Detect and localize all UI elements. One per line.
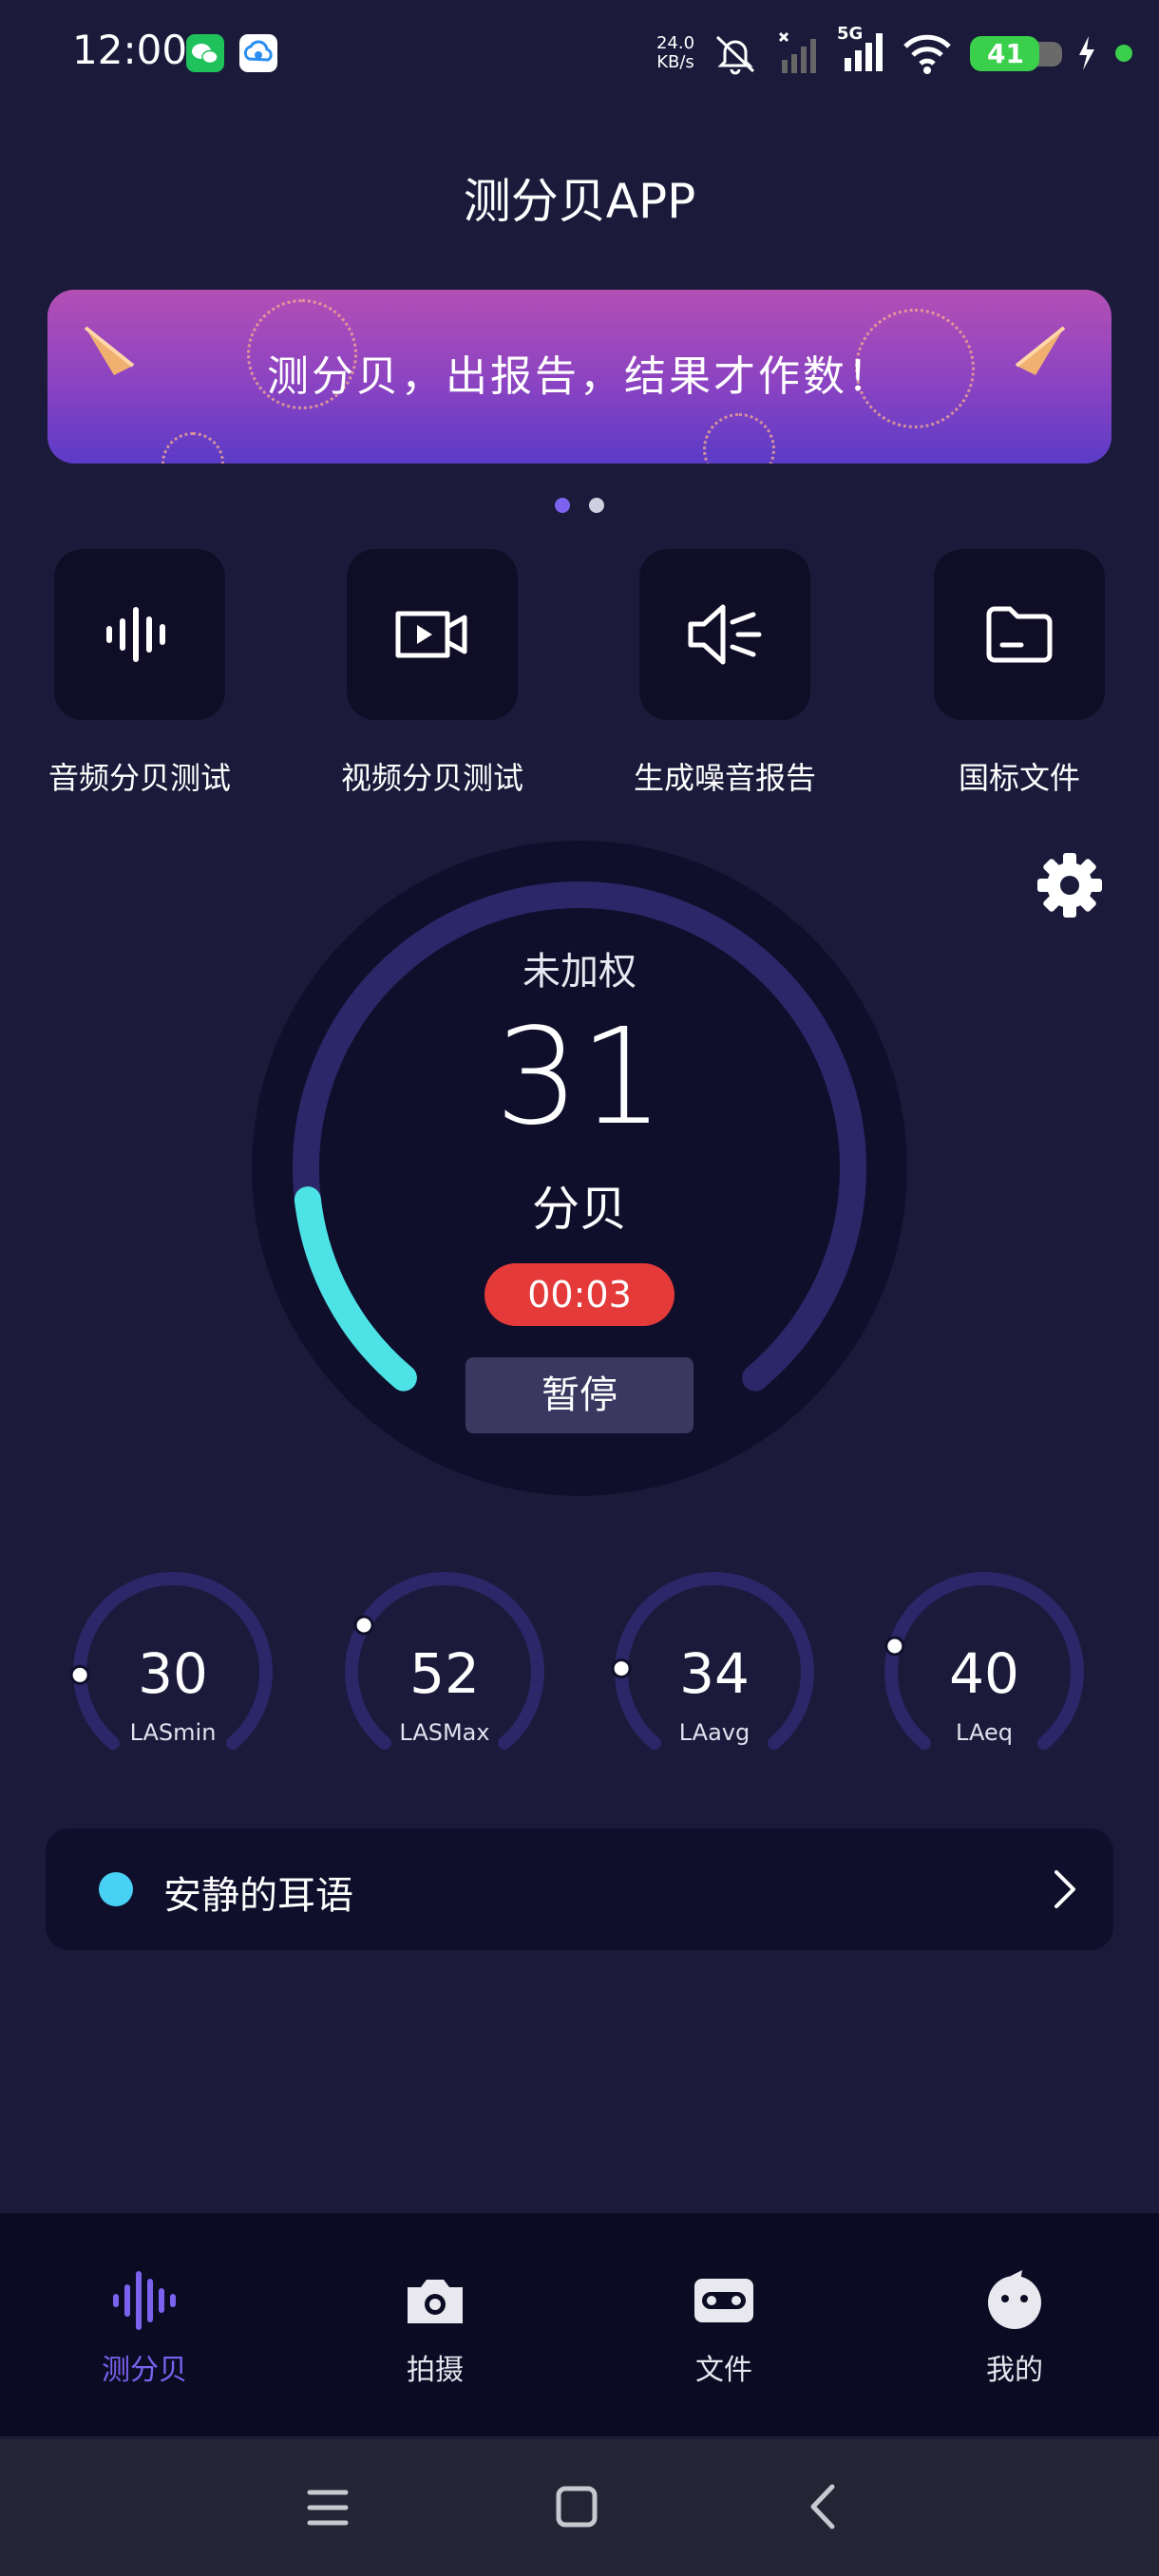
signal-weak-icon <box>778 31 817 73</box>
qa-icon-box[interactable] <box>54 549 225 720</box>
audio-test-button[interactable]: 音频分贝测试 <box>21 549 258 798</box>
level-indicator-dot <box>99 1872 133 1906</box>
nav-label: 文件 <box>695 2354 752 2387</box>
profile-icon <box>988 2270 1041 2329</box>
wifi-icon <box>903 34 951 74</box>
speaker-icon <box>688 604 762 665</box>
wechat-icon <box>186 34 224 72</box>
chevron-right-icon <box>1054 1870 1075 1908</box>
decibel-unit: 分贝 <box>532 1182 627 1237</box>
status-icons: 24.0 KB/s 5G 41 <box>656 24 1132 80</box>
stat-value: 52 <box>409 1641 480 1706</box>
standards-file-button[interactable]: 国标文件 <box>901 549 1138 798</box>
stat-value: 40 <box>949 1641 1019 1706</box>
system-nav-bar <box>0 2439 1159 2576</box>
qa-icon-box[interactable] <box>639 549 810 720</box>
signal-5g-icon: 5G <box>837 24 884 77</box>
video-test-button[interactable]: 视频分贝测试 <box>314 549 551 798</box>
tape-icon <box>694 2279 753 2322</box>
page-title: 测分贝APP <box>463 174 696 229</box>
stat-label: LAeq <box>956 1719 1013 1746</box>
noise-level-description: 安静的耳语 <box>163 1874 353 1918</box>
nav-label: 拍摄 <box>407 2354 464 2387</box>
nav-item-profile[interactable]: 我的 <box>910 2270 1119 2388</box>
stat-lasmin: 30 LASmin <box>68 1567 277 1757</box>
gear-icon[interactable] <box>1036 851 1104 919</box>
battery-indicator: 41 <box>970 35 1062 71</box>
back-icon[interactable] <box>806 2483 838 2530</box>
net-speed: 24.0 KB/s <box>656 33 695 72</box>
recording-timer: 00:03 <box>484 1263 674 1326</box>
menu-icon[interactable] <box>306 2487 350 2529</box>
folder-icon <box>986 606 1053 663</box>
qa-icon-box[interactable] <box>347 549 518 720</box>
weighting-label: 未加权 <box>522 950 636 994</box>
nav-label: 我的 <box>986 2354 1043 2387</box>
pagination-dot-active[interactable] <box>555 498 570 513</box>
stat-label: LASmin <box>129 1719 217 1746</box>
bell-off-icon <box>715 35 755 75</box>
qa-label: 生成噪音报告 <box>633 760 816 796</box>
nav-label: 测分贝 <box>102 2354 187 2387</box>
qa-icon-box[interactable] <box>934 549 1105 720</box>
qa-label: 视频分贝测试 <box>340 760 523 796</box>
noise-report-button[interactable]: 生成噪音报告 <box>606 549 844 798</box>
nav-item-files[interactable]: 文件 <box>619 2270 828 2388</box>
bottom-nav: 测分贝 拍摄 文件 我的 <box>0 2213 1159 2436</box>
firework-decoration <box>703 413 775 464</box>
nav-item-decibel[interactable]: 测分贝 <box>40 2270 249 2388</box>
noise-level-card[interactable]: 安静的耳语 <box>46 1828 1113 1950</box>
stat-label: LASMax <box>399 1719 490 1746</box>
waveform-icon <box>106 607 165 662</box>
qa-label: 音频分贝测试 <box>48 760 231 796</box>
firework-decoration <box>162 432 224 464</box>
promo-banner[interactable]: 测分贝，出报告，结果才作数！ <box>48 290 1112 464</box>
decibel-value: 31 <box>494 1000 665 1155</box>
home-icon[interactable] <box>555 2485 598 2529</box>
waveform-icon <box>113 2271 176 2330</box>
pause-button[interactable]: 暂停 <box>466 1357 694 1433</box>
status-time: 12:00 <box>72 27 188 73</box>
stat-laeq: 40 LAeq <box>880 1567 1089 1757</box>
banner-pagination <box>0 498 1159 513</box>
charging-icon <box>1079 36 1094 70</box>
privacy-indicator <box>1115 45 1132 62</box>
stat-value: 34 <box>679 1641 750 1706</box>
banner-text: 测分贝，出报告，结果才作数！ <box>267 352 892 401</box>
stat-lasmax: 52 LASMax <box>340 1567 549 1757</box>
camera-icon <box>408 2280 463 2323</box>
stat-value: 30 <box>138 1641 208 1706</box>
qa-label: 国标文件 <box>958 760 1080 796</box>
stat-laavg: 34 LAavg <box>610 1567 819 1757</box>
video-icon <box>395 611 467 658</box>
nav-item-capture[interactable]: 拍摄 <box>331 2270 540 2388</box>
cloud-app-icon <box>239 34 277 72</box>
pagination-dot[interactable] <box>589 498 604 513</box>
stat-label: LAavg <box>678 1719 750 1746</box>
